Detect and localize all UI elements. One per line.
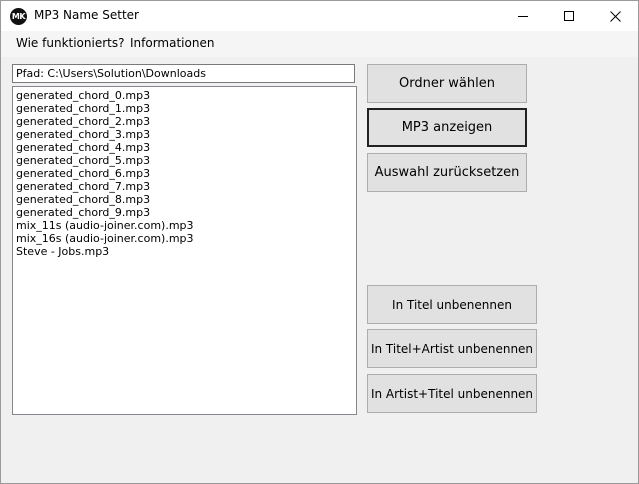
rename-artist-title-button[interactable]: In Artist+Titel unbenennen bbox=[367, 374, 537, 413]
file-list-items: generated_chord_0.mp3 generated_chord_1.m… bbox=[13, 89, 194, 258]
app-window: MK MP3 Name Setter Wie funktionierts? In… bbox=[0, 0, 639, 484]
app-logo-icon: MK bbox=[10, 8, 27, 25]
close-button[interactable] bbox=[592, 1, 638, 31]
list-item[interactable]: generated_chord_7.mp3 bbox=[13, 180, 194, 193]
list-item[interactable]: generated_chord_0.mp3 bbox=[13, 89, 194, 102]
list-item[interactable]: generated_chord_6.mp3 bbox=[13, 167, 194, 180]
maximize-button[interactable] bbox=[546, 1, 592, 31]
rename-title-artist-button[interactable]: In Titel+Artist unbenennen bbox=[367, 329, 537, 368]
list-item[interactable]: generated_chord_8.mp3 bbox=[13, 193, 194, 206]
list-item[interactable]: generated_chord_2.mp3 bbox=[13, 115, 194, 128]
mp3-file-list[interactable]: generated_chord_0.mp3 generated_chord_1.m… bbox=[12, 86, 357, 415]
list-item[interactable]: generated_chord_3.mp3 bbox=[13, 128, 194, 141]
list-item[interactable]: mix_11s (audio-joiner.com).mp3 bbox=[13, 219, 194, 232]
show-mp3-button[interactable]: MP3 anzeigen bbox=[367, 108, 527, 147]
menu-item-information[interactable]: Informationen bbox=[130, 36, 214, 50]
choose-folder-button[interactable]: Ordner wählen bbox=[367, 64, 527, 103]
title-bar[interactable]: MK MP3 Name Setter bbox=[1, 1, 638, 31]
close-icon bbox=[609, 10, 621, 22]
list-item[interactable]: Steve - Jobs.mp3 bbox=[13, 245, 194, 258]
list-item[interactable]: generated_chord_1.mp3 bbox=[13, 102, 194, 115]
reset-selection-button[interactable]: Auswahl zurücksetzen bbox=[367, 153, 527, 192]
path-field[interactable]: Pfad: C:\Users\Solution\Downloads bbox=[12, 64, 355, 83]
list-item[interactable]: generated_chord_4.mp3 bbox=[13, 141, 194, 154]
rename-title-button[interactable]: In Titel unbenennen bbox=[367, 285, 537, 324]
list-item[interactable]: generated_chord_5.mp3 bbox=[13, 154, 194, 167]
list-item[interactable]: mix_16s (audio-joiner.com).mp3 bbox=[13, 232, 194, 245]
menu-bar: Wie funktionierts? Informationen bbox=[1, 31, 638, 57]
minimize-icon bbox=[517, 15, 528, 17]
path-label: Pfad: C:\Users\Solution\Downloads bbox=[16, 67, 206, 80]
list-item[interactable]: generated_chord_9.mp3 bbox=[13, 206, 194, 219]
window-title: MP3 Name Setter bbox=[34, 8, 139, 22]
menu-item-how-it-works[interactable]: Wie funktionierts? bbox=[16, 36, 124, 50]
maximize-icon bbox=[563, 10, 574, 21]
minimize-button[interactable] bbox=[500, 1, 546, 31]
